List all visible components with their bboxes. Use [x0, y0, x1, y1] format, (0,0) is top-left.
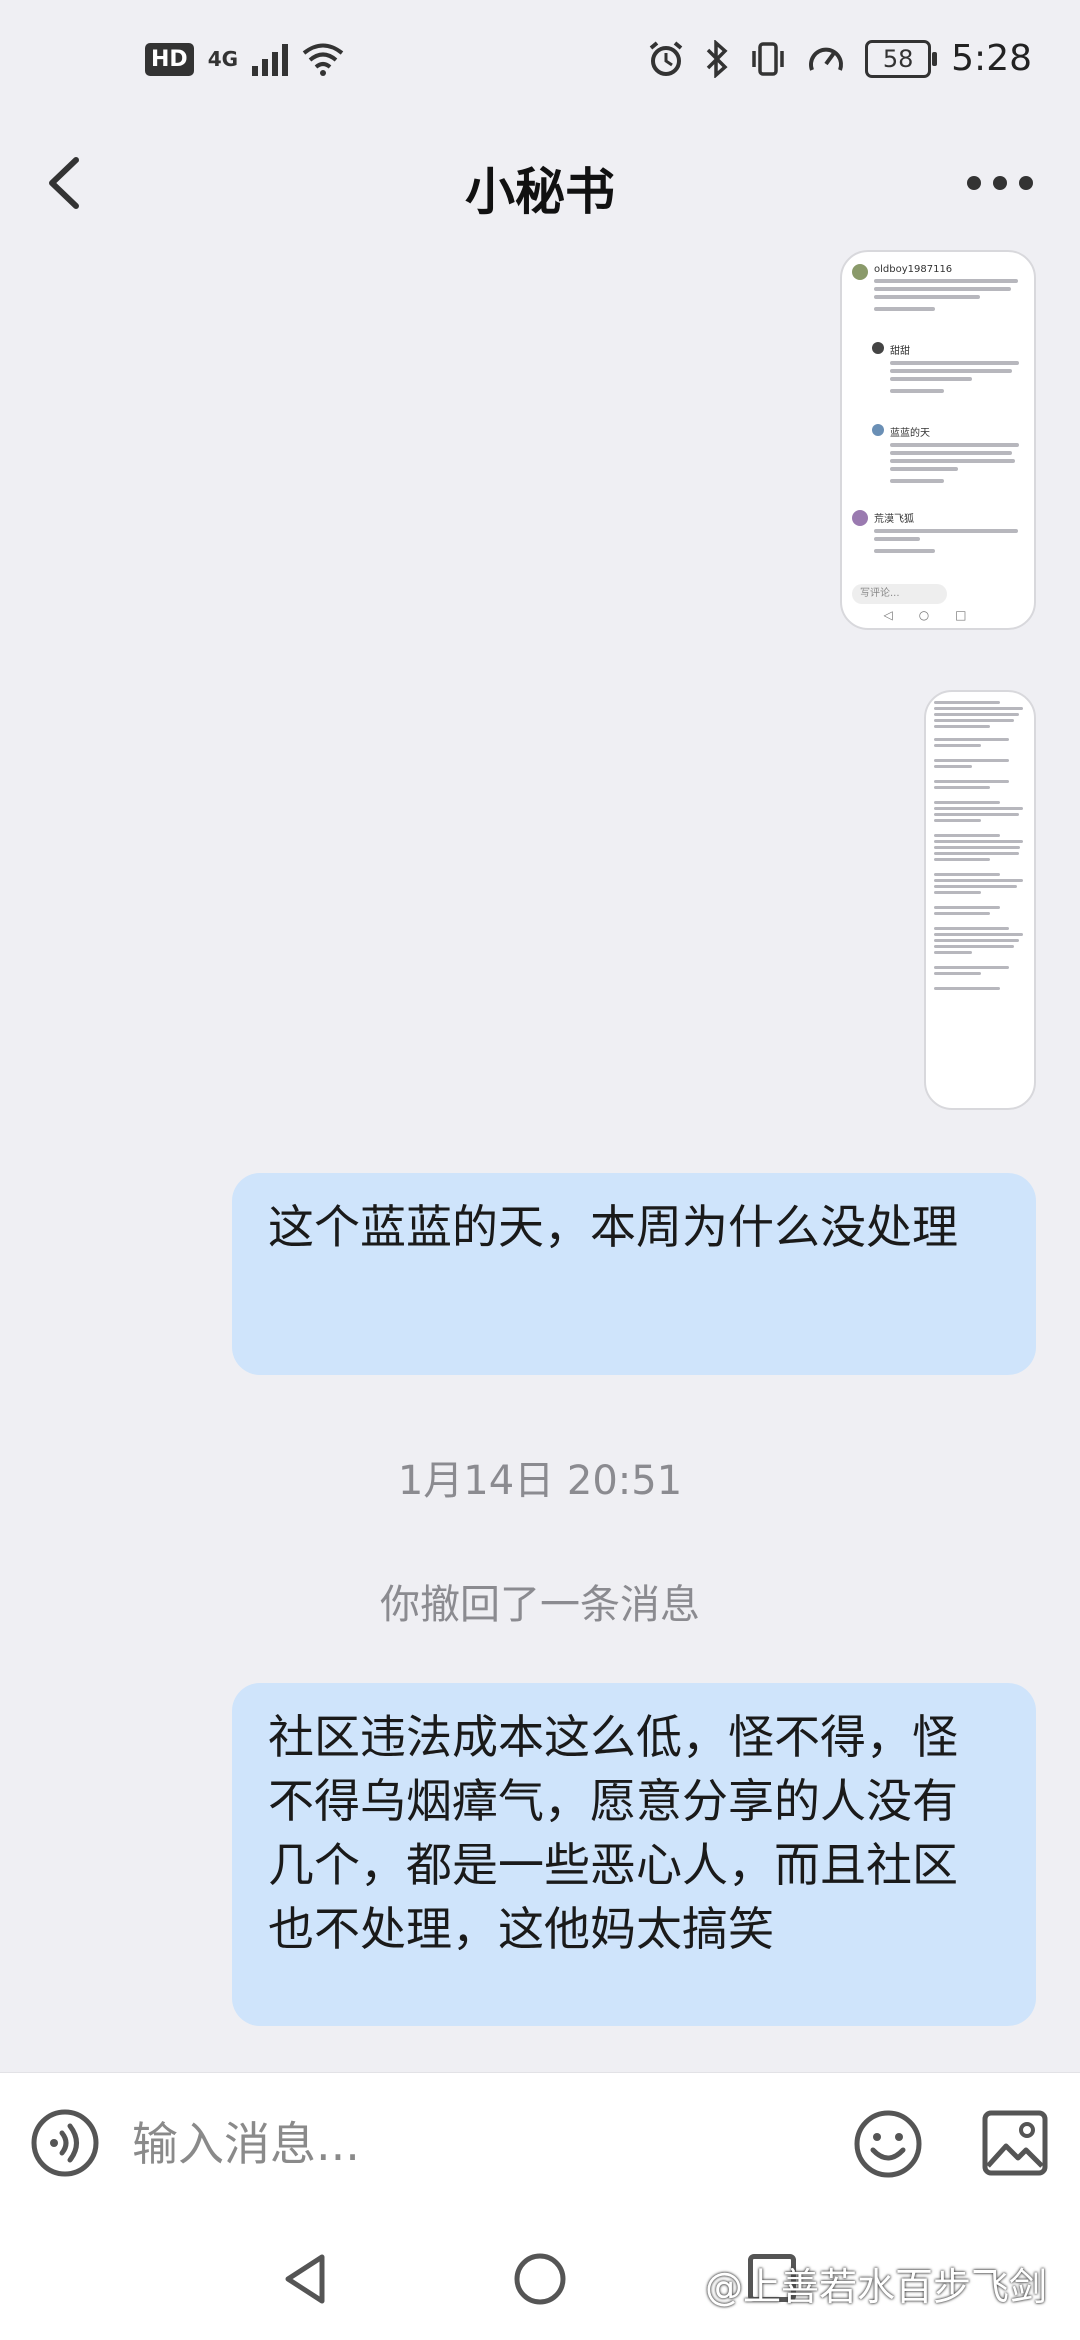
recalled-message-notice: 你撤回了一条消息: [380, 1582, 700, 1628]
sent-message-bubble[interactable]: 这个蓝蓝的天，本周为什么没处理: [232, 1173, 1036, 1375]
page-title: 小秘书: [465, 163, 615, 221]
screenshot-thumbnail[interactable]: oldboy1987116 甜甜 蓝蓝的天 荒漠飞狐 写评论... ◁○□: [840, 250, 1036, 630]
message-timestamp: 1月14日 20:51: [397, 1458, 683, 1504]
avatar: [872, 424, 884, 436]
alarm-icon: [649, 40, 683, 76]
vibrate-icon: [752, 41, 784, 76]
thumb-comment: 荒漠飞狐: [852, 510, 1026, 557]
network-type: 4G: [207, 47, 239, 71]
status-left: HD 4G: [145, 42, 344, 76]
image-icon[interactable]: [980, 2108, 1050, 2178]
system-nav-bar: @上善若水百步飞剑: [0, 2218, 1080, 2340]
battery-level: 58: [865, 39, 938, 78]
comment-author: oldboy1987116: [874, 264, 953, 275]
comment-author: 甜甜: [890, 346, 910, 357]
bluetooth-icon: [706, 39, 728, 78]
nav-back-icon[interactable]: [278, 2251, 334, 2307]
avatar: [852, 264, 868, 280]
thumb-reply: 蓝蓝的天: [872, 424, 1026, 487]
voice-icon[interactable]: [30, 2108, 100, 2178]
wifi-icon: [302, 43, 344, 76]
clock-time: 5:28: [951, 38, 1032, 79]
more-dots-icon[interactable]: [960, 158, 1040, 208]
screenshot-thumbnail[interactable]: [924, 690, 1036, 1110]
speed-icon: [809, 47, 844, 71]
thumb-comment: oldboy1987116: [852, 264, 1026, 315]
message-input-bar: [0, 2072, 1080, 2219]
watermark-text: @上善若水百步飞剑: [705, 2265, 1048, 2309]
thumb-comment-input: 写评论...: [852, 584, 947, 604]
message-input[interactable]: [130, 2103, 814, 2185]
thumb-nav-bar: ◁○□: [883, 608, 993, 622]
sent-message-bubble[interactable]: 社区违法成本这么低，怪不得，怪不得乌烟瘴气，愿意分享的人没有几个，都是一些恶心人…: [232, 1683, 1036, 2026]
status-right: 58 5:28: [647, 38, 1032, 79]
thumb-reply: 甜甜: [872, 342, 1026, 397]
emoji-icon[interactable]: [852, 2108, 924, 2180]
thumb-content: [934, 698, 1028, 993]
status-bar: HD 4G 58 5:28: [0, 0, 1080, 130]
signal-icon: [252, 42, 289, 76]
avatar: [872, 342, 884, 354]
chat-header: 小秘书: [0, 130, 1080, 240]
hd-badge: HD: [145, 42, 194, 76]
comment-author: 蓝蓝的天: [890, 428, 930, 439]
avatar: [852, 510, 868, 526]
nav-home-icon[interactable]: [512, 2251, 568, 2307]
comment-author: 荒漠飞狐: [874, 514, 914, 525]
